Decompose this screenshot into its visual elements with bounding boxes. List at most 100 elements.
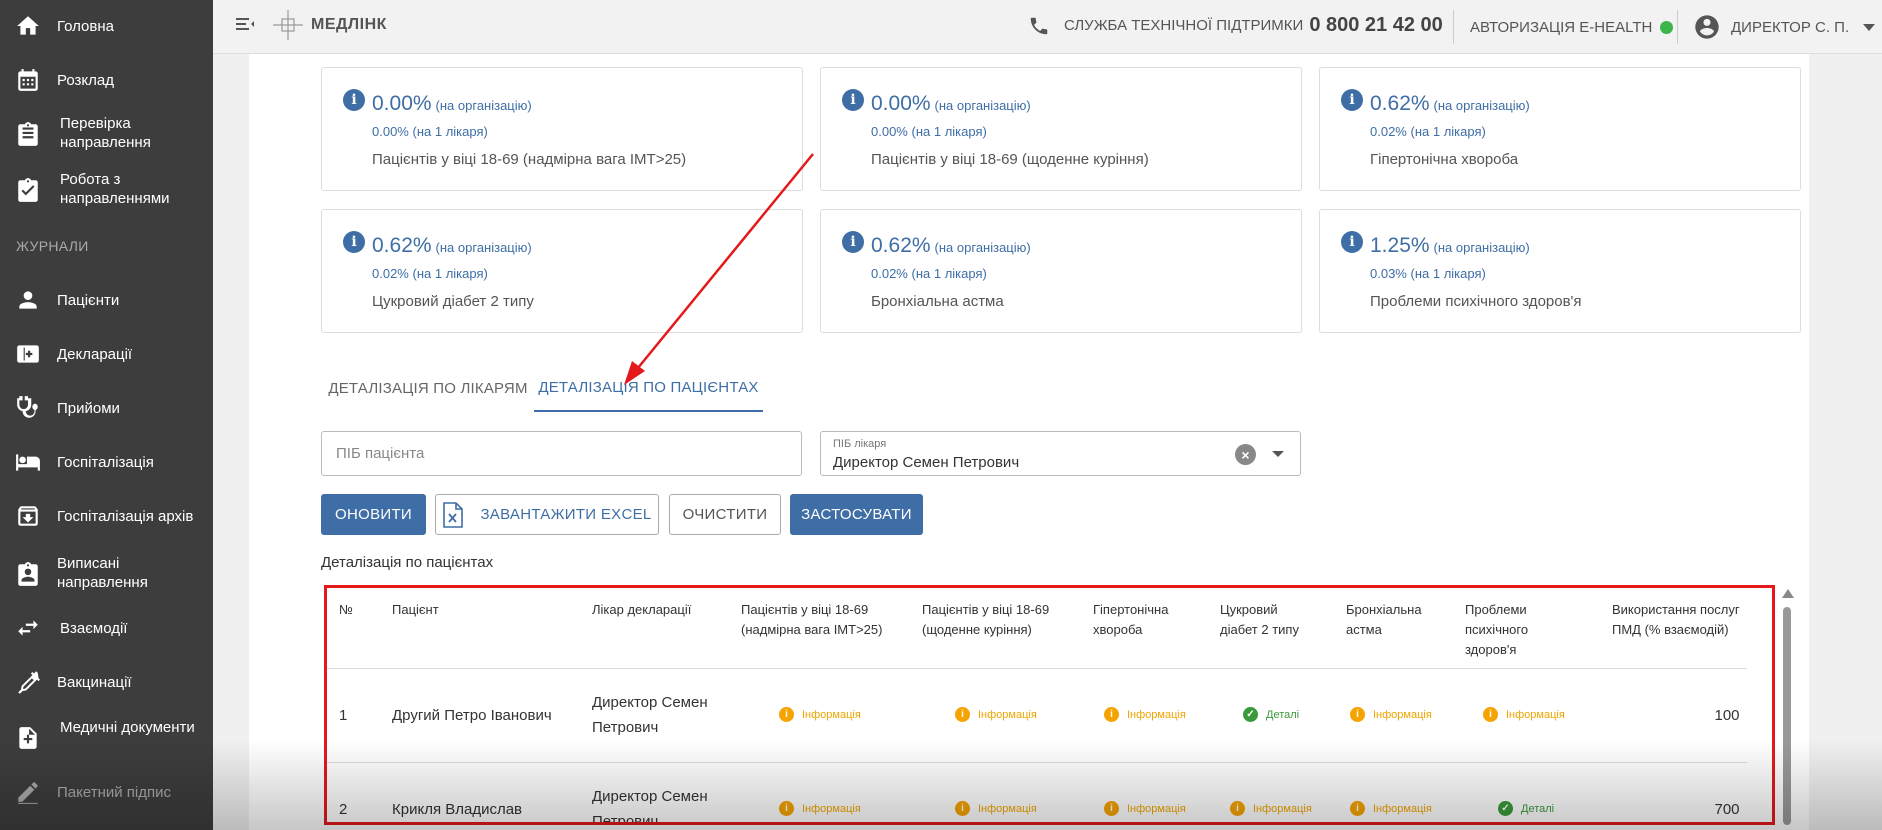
sidebar-item-label: Виписані направлення (57, 555, 148, 591)
scroll-up-icon[interactable] (1782, 589, 1794, 598)
sidebar-item-label: Госпіталізація архів (57, 507, 194, 525)
clipboard-check-icon (14, 120, 42, 148)
sidebar-item-label: Пакетний підпис (57, 783, 171, 801)
info-icon: i (955, 801, 970, 816)
support-phone: 0 800 21 42 00 (1309, 14, 1443, 36)
swap-icon (14, 614, 42, 642)
table-row[interactable]: 2 Крикля Владислав Директор Семен Петров… (327, 762, 1747, 825)
sidebar-item-batch-signature[interactable]: Пакетний підпис (0, 776, 213, 808)
user-menu[interactable]: ДИРЕКТОР С. П. (1693, 13, 1876, 41)
info-icon[interactable]: i (1341, 89, 1363, 111)
stat-pct: 0.62% (на організацію) (372, 234, 532, 257)
sidebar-item-schedule[interactable]: Розклад (0, 64, 213, 96)
sidebar-item-vaccinations[interactable]: Вакцинації (0, 666, 213, 698)
sidebar: Головна Розклад Перевірка направлення Ро… (0, 0, 213, 830)
stat-sub: 0.00% (на 1 лікаря) (871, 124, 987, 139)
scrollbar-thumb[interactable] (1783, 607, 1791, 825)
info-icon: i (1350, 707, 1365, 722)
stat-card-mental-health: i 1.25% (на організацію) 0.03% (на 1 ліка… (1319, 209, 1801, 333)
info-icon: i (955, 707, 970, 722)
status-info-badge[interactable]: i Інформація (955, 707, 1037, 722)
refresh-button[interactable]: ОНОВИТИ (321, 494, 426, 535)
status-info-badge[interactable]: i Інформація (779, 707, 861, 722)
sidebar-item-interactions[interactable]: Взаємодії (0, 612, 213, 644)
sidebar-item-declarations[interactable]: Декларації (0, 338, 213, 370)
sidebar-item-hospitalization-archive[interactable]: Госпіталізація архів (0, 500, 213, 532)
status-info-badge[interactable]: i Інформація (779, 801, 861, 816)
info-icon[interactable]: i (343, 89, 365, 111)
info-icon[interactable]: i (1341, 231, 1363, 253)
ehealth-status-dot (1660, 21, 1674, 34)
clipboard-list-icon (14, 560, 42, 588)
sidebar-item-issued-referrals[interactable]: Виписані направлення (0, 554, 213, 594)
chevron-down-icon[interactable] (1272, 451, 1284, 457)
stat-card-smoking: i 0.00% (на організацію) 0.00% (на 1 ліка… (820, 67, 1302, 191)
download-excel-button[interactable]: ЗАВАНТАЖИТИ EXCEL (435, 494, 659, 535)
doctor-select[interactable]: ПІБ лікаря Директор Семен Петрович × (820, 431, 1301, 476)
stat-desc: Бронхіальна астма (871, 293, 1004, 310)
info-icon: i (1483, 707, 1498, 722)
info-icon: i (779, 707, 794, 722)
sidebar-item-referral-check[interactable]: Перевірка направлення (0, 114, 213, 154)
sidebar-item-hospitalization[interactable]: Госпіталізація (0, 446, 213, 478)
status-info-badge[interactable]: i Інформація (1483, 707, 1565, 722)
status-details-badge[interactable]: ✓ Деталі (1498, 801, 1554, 816)
stat-pct: 0.62% (на організацію) (1370, 92, 1530, 115)
menu-collapse-icon[interactable] (233, 12, 257, 36)
clear-button[interactable]: ОЧИСТИТИ (669, 494, 781, 535)
header-divider (1677, 10, 1678, 44)
doctor-select-value: Директор Семен Петрович (833, 454, 1020, 471)
tab-by-patients[interactable]: ДЕТАЛІЗАЦІЯ ПО ПАЦІЄНТАХ (534, 364, 763, 412)
status-info-badge[interactable]: i Інформація (1104, 801, 1186, 816)
sidebar-item-label: Головна (57, 17, 114, 35)
col-header-number: № (339, 602, 353, 617)
status-info-badge[interactable]: i Інформація (1350, 707, 1432, 722)
info-icon[interactable]: i (842, 89, 864, 111)
sidebar-item-appointments[interactable]: Прийоми (0, 392, 213, 424)
tab-by-doctors[interactable]: ДЕТАЛІЗАЦІЯ ПО ЛІКАРЯМ (322, 364, 534, 412)
logo-text: МЕДЛІНК (311, 16, 387, 33)
status-info-badge[interactable]: i Інформація (1350, 801, 1432, 816)
patient-name-field[interactable] (321, 431, 802, 476)
clipboard-icon (14, 176, 42, 204)
col-header-pmd-usage: Використання послуг ПМД (% взаємодій) (1612, 602, 1740, 637)
sidebar-item-home[interactable]: Головна (0, 10, 213, 42)
status-details-badge[interactable]: ✓ Деталі (1243, 707, 1299, 722)
info-icon[interactable]: i (842, 231, 864, 253)
download-excel-label: ЗАВАНТАЖИТИ EXCEL (480, 506, 652, 523)
sidebar-item-medical-documents[interactable]: Медичні документи (0, 718, 213, 758)
sidebar-item-label: Розклад (57, 71, 114, 89)
info-icon[interactable]: i (343, 231, 365, 253)
col-header-mental-health: Проблеми психічного здоров'я (1465, 602, 1529, 657)
chevron-down-icon (1863, 23, 1876, 31)
info-icon: i (1350, 801, 1365, 816)
ehealth-auth[interactable]: АВТОРИЗАЦІЯ E-HEALTH (1470, 19, 1674, 36)
stat-card-overweight: i 0.00% (на організацію) 0.00% (на 1 ліка… (321, 67, 803, 191)
top-header: МЕДЛІНК СЛУЖБА ТЕХНІЧНОЇ ПІДТРИМКИ 0 800… (213, 0, 1882, 54)
patient-name-input[interactable] (322, 432, 801, 475)
cell-doctor: Директор Семен Петрович (592, 788, 708, 825)
support-block: СЛУЖБА ТЕХНІЧНОЇ ПІДТРИМКИ 0 800 21 42 0… (1028, 14, 1443, 37)
status-info-badge[interactable]: i Інформація (1104, 707, 1186, 722)
sidebar-item-patients[interactable]: Пацієнти (0, 284, 213, 316)
sidebar-item-label: Вакцинації (57, 673, 132, 691)
app-logo[interactable]: МЕДЛІНК (271, 8, 387, 42)
user-avatar-icon (1695, 15, 1719, 39)
section-title: Деталізація по пацієнтах (321, 554, 494, 571)
stat-card-hypertension: i 0.62% (на організацію) 0.02% (на 1 ліка… (1319, 67, 1801, 191)
status-info-badge[interactable]: i Інформація (955, 801, 1037, 816)
apply-button[interactable]: ЗАСТОСУВАТИ (790, 494, 923, 535)
sidebar-item-referrals-work[interactable]: Робота з направленнями (0, 170, 213, 210)
clear-icon[interactable]: × (1235, 444, 1256, 465)
cell-patient: Другий Петро Іванович (392, 707, 552, 724)
table-scrollbar[interactable] (1780, 585, 1794, 825)
status-info-badge[interactable]: i Інформація (1230, 801, 1312, 816)
col-header-smoking: Пацієнтів у віці 18-69 (щоденне куріння) (922, 602, 1050, 637)
home-icon (14, 12, 42, 40)
header-divider (1453, 10, 1454, 44)
document-add-icon (14, 724, 42, 752)
cell-patient: Крикля Владислав (392, 801, 523, 818)
table-row[interactable]: 1 Другий Петро Іванович Директор Семен П… (327, 668, 1747, 762)
col-header-asthma: Бронхіальна астма (1346, 602, 1422, 637)
sidebar-item-label: Робота з направленнями (60, 171, 170, 207)
